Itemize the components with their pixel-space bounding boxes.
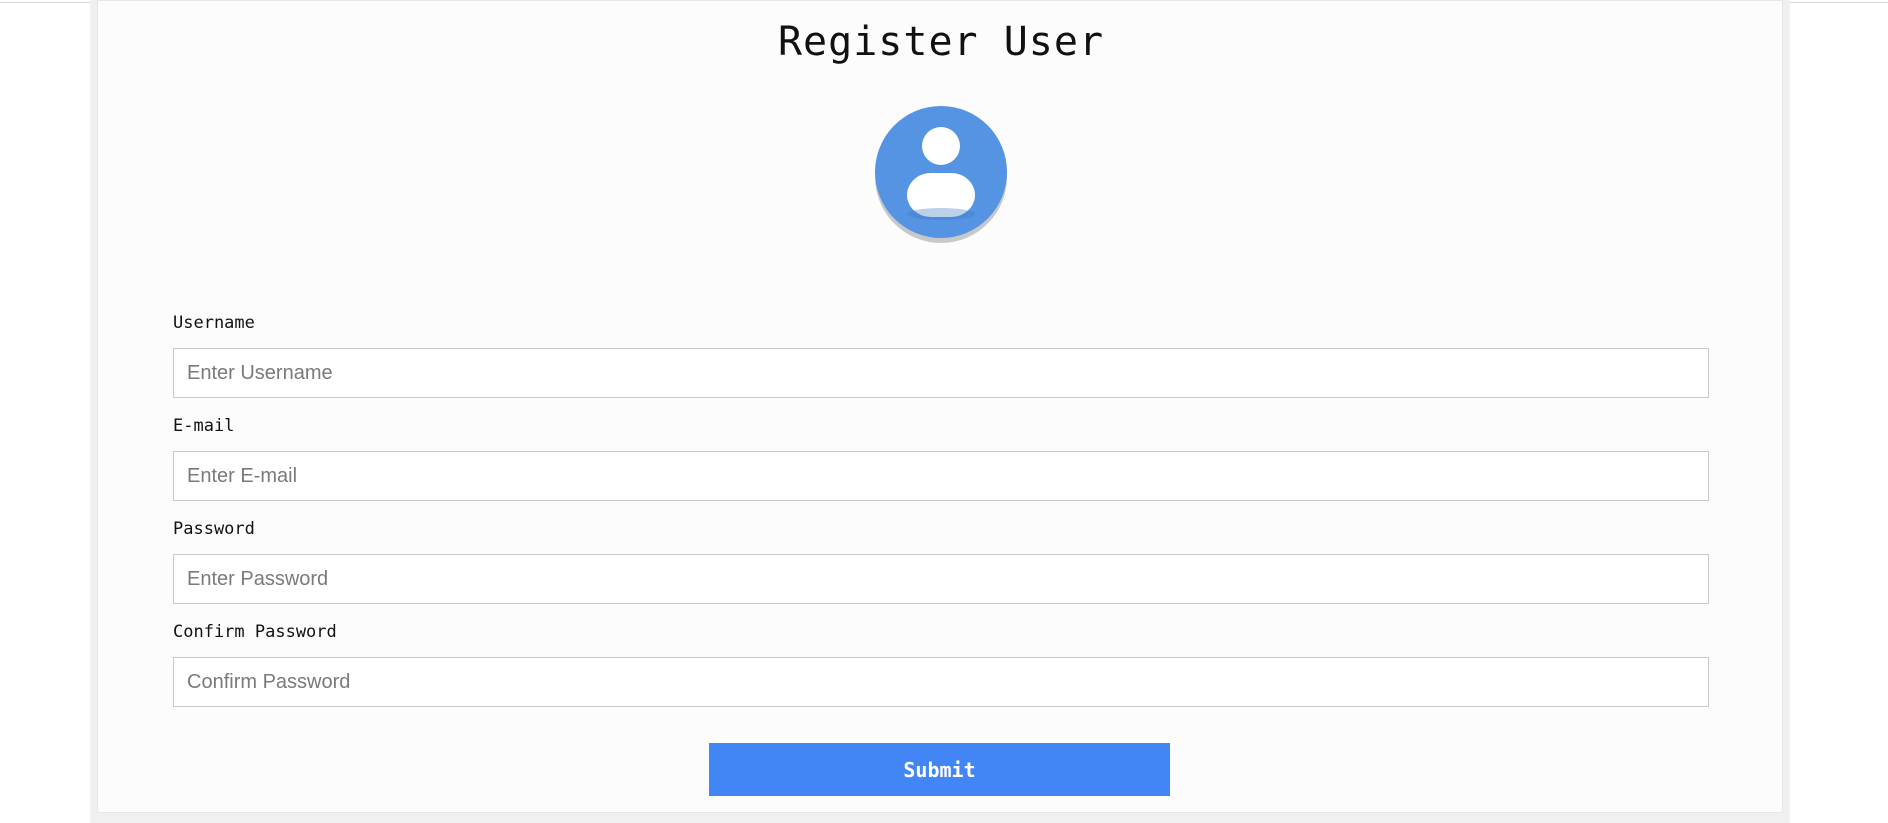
email-input[interactable] bbox=[173, 451, 1709, 501]
confirm-password-label: Confirm Password bbox=[173, 622, 337, 642]
register-card: Register User Username E-mail Password C… bbox=[97, 0, 1783, 813]
page-title: Register User bbox=[777, 19, 1105, 65]
user-avatar-icon bbox=[875, 106, 1007, 238]
confirm-password-input[interactable] bbox=[173, 657, 1709, 707]
username-label: Username bbox=[173, 313, 255, 333]
password-label: Password bbox=[173, 519, 255, 539]
submit-button[interactable]: Submit bbox=[709, 743, 1170, 796]
password-input[interactable] bbox=[173, 554, 1709, 604]
username-input[interactable] bbox=[173, 348, 1709, 398]
email-label: E-mail bbox=[173, 416, 235, 436]
